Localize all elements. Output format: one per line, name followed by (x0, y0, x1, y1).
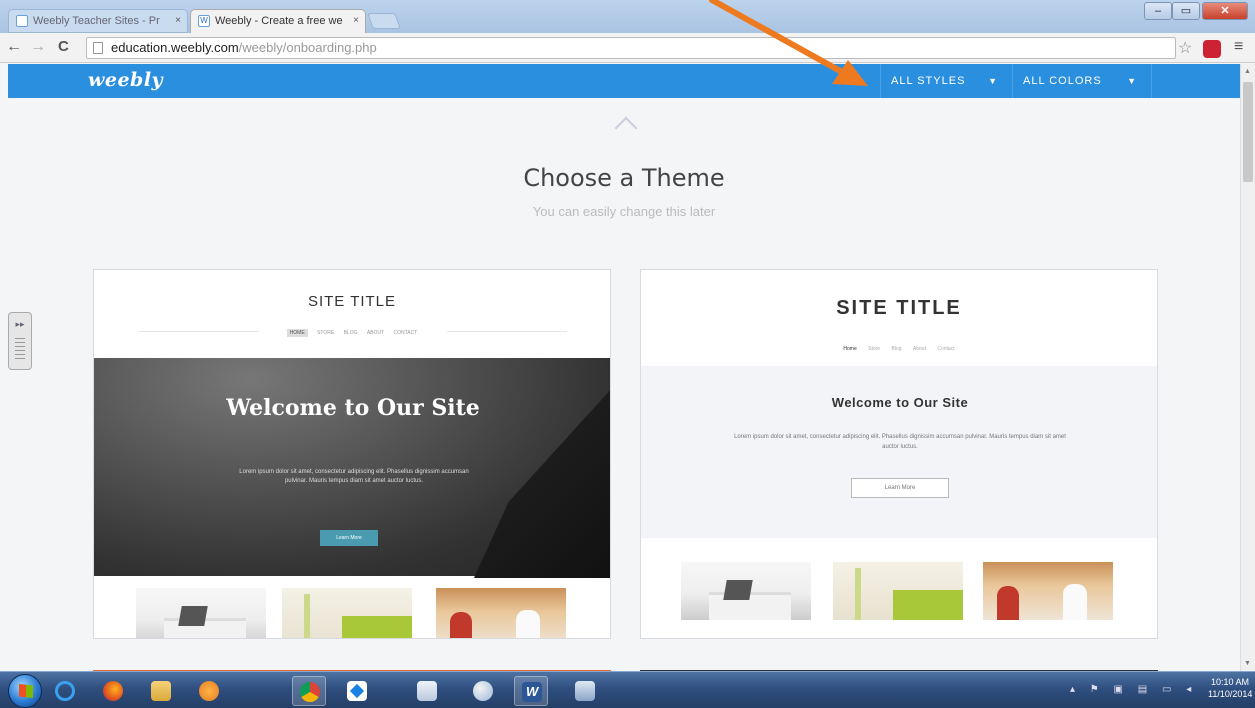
clock-date: 11/10/2014 (1208, 689, 1253, 699)
theme-card-1[interactable]: SITE TITLE HOME STORE BLOG ABOUT CONTACT… (93, 269, 611, 639)
weebly-favicon-icon: W (198, 15, 210, 27)
back-arrow-icon[interactable]: ← (6, 39, 22, 55)
theme-learn-more-button: Learn More (320, 530, 378, 546)
chair-thumbnail (833, 562, 963, 620)
page-icon (16, 15, 28, 27)
theme-nav-item: About (912, 346, 926, 352)
minimize-button[interactable]: – (1144, 2, 1172, 20)
close-tab-icon[interactable]: × (175, 10, 181, 32)
address-bar[interactable]: education.weebly.com/weebly/onboarding.p… (86, 37, 1176, 59)
bookmark-star-icon[interactable]: ☆ (1178, 38, 1192, 58)
file-explorer-icon[interactable] (144, 676, 178, 706)
maximize-button[interactable]: ▭ (1172, 2, 1200, 20)
theme-nav-item: HOME (286, 329, 308, 337)
system-tray-icons[interactable]: ▴ ⚑ ▣ ▤ ▭ ◂ (1070, 684, 1197, 695)
close-window-button[interactable]: ✕ (1202, 2, 1248, 20)
windows-taskbar: ▴ ⚑ ▣ ▤ ▭ ◂ 10:10 AM 11/10/2014 (0, 671, 1255, 708)
theme-hero-image: Welcome to Our Site Lorem ipsum dolor si… (94, 358, 610, 578)
double-chevron-right-icon: ▸▸ (15, 319, 25, 329)
theme-nav-item: STORE (317, 330, 335, 336)
caret-down-icon: ▼ (988, 76, 998, 86)
all-styles-dropdown[interactable]: ALL STYLES ▼ (880, 64, 1012, 98)
forward-arrow-icon[interactable]: → (30, 39, 46, 55)
theme-nav-item: BLOG (343, 330, 358, 336)
theme-learn-more-button: Learn More (851, 478, 949, 498)
caret-down-icon: ▼ (1127, 76, 1137, 86)
taskbar-clock[interactable]: 10:10 AM 11/10/2014 (1208, 676, 1252, 700)
theme-nav-item: Store (868, 346, 881, 352)
new-tab-button[interactable] (367, 13, 401, 29)
scroll-up-icon[interactable]: ▲ (1244, 68, 1251, 75)
page-subtitle: You can easily change this later (532, 204, 716, 219)
tab-label: Weebly Teacher Sites - Pr (33, 15, 160, 27)
theme-nav-item: Blog (891, 346, 902, 352)
theme-body-text: Lorem ipsum dolor sit amet, consectetur … (734, 434, 1066, 450)
page-scrollbar[interactable]: ▲ ▼ (1240, 64, 1255, 671)
side-drawer-handle[interactable]: ▸▸ (8, 312, 32, 370)
paint-icon[interactable] (466, 676, 500, 706)
url-host: education.weebly.com (111, 40, 239, 55)
chevron-up-icon[interactable] (614, 116, 638, 140)
internet-explorer-icon[interactable] (48, 676, 82, 706)
scroll-thumb[interactable] (1243, 82, 1253, 182)
theme-hero: Welcome to Our Site Lorem ipsum dolor si… (641, 366, 1157, 538)
theme-chooser: Choose a Theme You can easily change thi… (8, 98, 1240, 671)
theme-site-title: SITE TITLE (307, 293, 397, 310)
page-title: Choose a Theme (523, 164, 725, 192)
chair-thumbnail (282, 588, 412, 638)
chrome-menu-icon[interactable]: ≡ (1234, 38, 1243, 56)
theme-nav: HOME STORE BLOG ABOUT CONTACT (94, 329, 610, 337)
theme-welcome-heading: Welcome to Our Site (831, 395, 969, 410)
close-tab-icon[interactable]: × (353, 10, 359, 32)
weebly-header: weebly ALL STYLES ▼ ALL COLORS ▼ (8, 64, 1240, 98)
clock-time: 10:10 AM (1210, 677, 1250, 687)
extension-icon[interactable] (1203, 40, 1221, 58)
weebly-logo[interactable]: weebly (88, 69, 163, 91)
theme-card-2[interactable]: SITE TITLE Home Store Blog About Contact… (640, 269, 1158, 639)
dropbox-icon[interactable] (340, 676, 374, 706)
sofa-thumbnail (136, 588, 266, 638)
browser-toolbar: ← → C education.weebly.com/weebly/onboar… (0, 33, 1255, 63)
theme-site-title: SITE TITLE (836, 297, 962, 319)
chrome-icon[interactable] (292, 676, 326, 706)
browser-tabstrip: Weebly Teacher Sites - Pr × W Weebly - C… (0, 0, 1255, 33)
people-thumbnail (983, 562, 1113, 620)
theme-nav: Home Store Blog About Contact (641, 346, 1157, 352)
notepad-icon[interactable] (410, 676, 444, 706)
grip-icon (15, 338, 25, 362)
all-styles-label: ALL STYLES (891, 75, 966, 87)
screen: Weebly Teacher Sites - Pr × W Weebly - C… (0, 0, 1255, 708)
tab-weebly-teacher-sites[interactable]: Weebly Teacher Sites - Pr × (8, 9, 188, 33)
start-button[interactable] (8, 674, 42, 708)
all-colors-label: ALL COLORS (1023, 75, 1102, 87)
url-path: /weebly/onboarding.php (238, 40, 377, 55)
theme-nav-item: Contact (937, 346, 955, 352)
page-icon (93, 42, 103, 54)
word-icon[interactable] (514, 676, 548, 706)
tab-weebly-create[interactable]: W Weebly - Create a free we × (190, 9, 366, 33)
scroll-down-icon[interactable]: ▼ (1244, 660, 1251, 667)
theme-nav-item: Home (843, 346, 857, 352)
tab-label: Weebly - Create a free we (215, 15, 343, 27)
theme-nav-item: CONTACT (393, 330, 418, 336)
theme-nav-item: ABOUT (366, 330, 385, 336)
reload-icon[interactable]: C (58, 39, 69, 55)
all-colors-dropdown[interactable]: ALL COLORS ▼ (1012, 64, 1152, 98)
firefox-icon[interactable] (96, 676, 130, 706)
theme-body-text: Lorem ipsum dolor sit amet, consectetur … (239, 469, 469, 484)
media-player-icon[interactable] (192, 676, 226, 706)
sofa-thumbnail (681, 562, 811, 620)
theme-welcome-heading: Welcome to Our Site (226, 395, 480, 421)
people-thumbnail (436, 588, 566, 638)
windows-explorer-icon[interactable] (568, 676, 602, 706)
